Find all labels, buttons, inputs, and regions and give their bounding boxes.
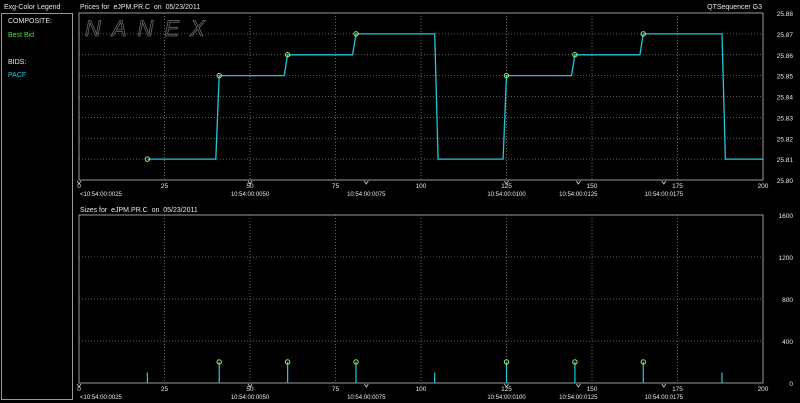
price-x-tick-label: 100 <box>416 183 427 190</box>
price-time-label: 10:54:00:0175 <box>645 192 684 198</box>
price-time-marker <box>575 180 581 185</box>
price-y-tick-label: 25.83 <box>777 115 794 122</box>
size-time-label: 10:54:00:0075 <box>347 395 386 401</box>
price-chart: NANEX 0 25 50 75 100 125 150 175 20025.8025.8125… <box>76 11 794 198</box>
price-y-tick-label: 25.86 <box>777 53 794 60</box>
size-y-tick-label: 0 <box>789 381 793 388</box>
size-y-tick-label: 400 <box>782 339 793 346</box>
price-x-tick-label: 150 <box>587 183 598 190</box>
size-time-marker <box>661 383 667 388</box>
price-y-tick-label: 25.81 <box>777 157 794 164</box>
size-y-tick-label: 1200 <box>779 255 794 262</box>
price-time-label: 10:54:00:0050 <box>231 192 270 198</box>
size-x-tick-label: 175 <box>672 386 683 393</box>
size-x-tick-label: 100 <box>416 386 427 393</box>
size-x-tick-label: 25 <box>161 386 169 393</box>
price-x-tick-label: 200 <box>758 183 769 190</box>
size-x-tick-label: 150 <box>587 386 598 393</box>
price-y-tick-label: 25.88 <box>777 11 794 18</box>
size-chart: 0 25 50 75 100 125 150 175 200040080012001600<10… <box>76 213 794 401</box>
price-y-tick-label: 25.87 <box>777 32 794 39</box>
size-time-marker <box>363 383 369 388</box>
price-y-tick-label: 25.80 <box>777 178 794 185</box>
size-time-label: 10:54:00:0175 <box>645 395 684 401</box>
size-y-tick-label: 1600 <box>779 213 794 220</box>
price-y-tick-label: 25.85 <box>777 74 794 81</box>
price-y-tick-label: 25.82 <box>777 136 794 143</box>
price-y-tick-label: 25.84 <box>777 95 794 102</box>
price-time-label: 10:54:00:0100 <box>487 192 526 198</box>
price-time-label: 10:54:00:0125 <box>559 192 598 198</box>
size-time-marker <box>575 383 581 388</box>
price-time-label: <10:54:00:0025 <box>80 192 123 198</box>
price-x-tick-label: 175 <box>672 183 683 190</box>
size-time-label: <10:54:00:0025 <box>80 395 123 401</box>
size-time-label: 10:54:00:0100 <box>487 395 526 401</box>
price-x-tick-label: 75 <box>332 183 340 190</box>
size-x-tick-label: 200 <box>758 386 769 393</box>
nanex-watermark: NANEX <box>85 16 216 41</box>
size-time-label: 10:54:00:0050 <box>231 395 270 401</box>
size-y-tick-label: 800 <box>782 297 793 304</box>
price-time-marker <box>363 180 369 185</box>
price-time-label: 10:54:00:0075 <box>347 192 386 198</box>
price-x-tick-label: 25 <box>161 183 169 190</box>
size-time-label: 10:54:00:0125 <box>559 395 598 401</box>
price-time-marker <box>661 180 667 185</box>
size-x-tick-label: 75 <box>332 386 340 393</box>
